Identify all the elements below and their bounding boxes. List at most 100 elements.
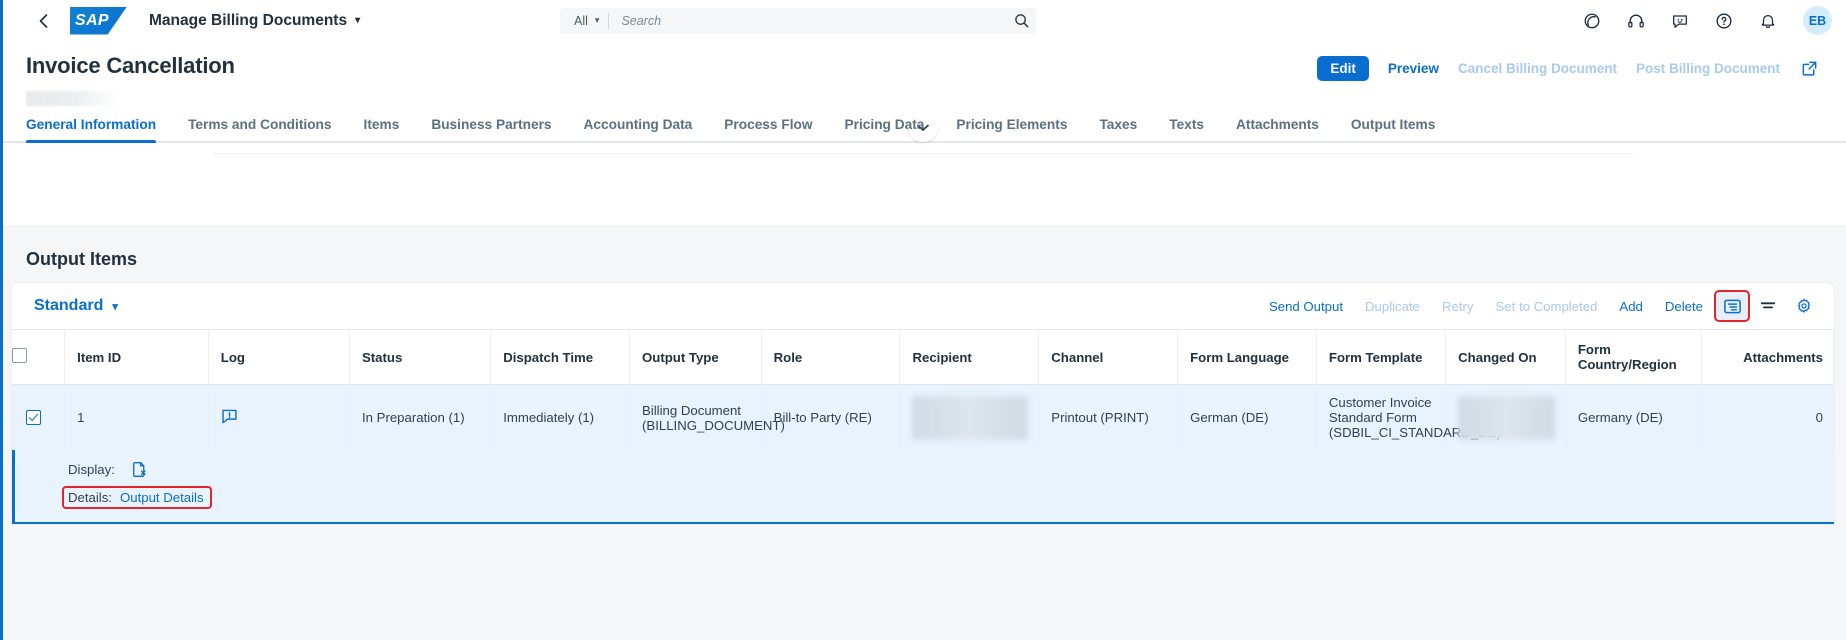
details-label: Details:	[68, 490, 112, 505]
sap-logo[interactable]: SAP	[70, 6, 127, 35]
cell-form-country-region: Germany (DE)	[1565, 384, 1703, 450]
set-to-completed-button[interactable]: Set to Completed	[1485, 294, 1609, 319]
sort-icon[interactable]	[1752, 292, 1784, 320]
cell-dispatch-time: Immediately (1)	[490, 384, 631, 450]
add-button[interactable]: Add	[1608, 294, 1653, 319]
redacted-subtitle	[26, 91, 118, 106]
tab-label: Texts	[1169, 117, 1204, 132]
preview-button[interactable]: Preview	[1388, 61, 1439, 76]
tab-pricing-data[interactable]: Pricing Data	[829, 117, 941, 141]
retry-button[interactable]: Retry	[1431, 294, 1485, 319]
column-header-form-language[interactable]: Form Language	[1177, 329, 1317, 385]
cell-form-language: German (DE)	[1177, 384, 1317, 450]
column-header-form-country-region[interactable]: Form Country/Region	[1565, 329, 1703, 385]
column-header-channel[interactable]: Channel	[1038, 329, 1179, 385]
tab-process-flow[interactable]: Process Flow	[708, 117, 828, 141]
cancel-billing-document-button[interactable]: Cancel Billing Document	[1458, 61, 1617, 76]
divider	[213, 153, 1633, 154]
tab-accounting-data[interactable]: Accounting Data	[568, 117, 709, 141]
cell-item-id: 1	[64, 384, 209, 450]
tab-terms-and-conditions[interactable]: Terms and Conditions	[172, 117, 347, 141]
search-scope-select[interactable]: All ▾	[560, 14, 608, 28]
avatar[interactable]: EB	[1803, 6, 1832, 35]
search-icon[interactable]	[1006, 8, 1036, 34]
tab-label: Attachments	[1236, 117, 1319, 132]
column-header-dispatch-time[interactable]: Dispatch Time	[490, 329, 631, 385]
cell-output-type: Billing Document (BILLING_DOCUMENT)	[629, 384, 785, 450]
column-header-output-type[interactable]: Output Type	[629, 329, 762, 385]
headset-icon[interactable]	[1622, 7, 1650, 35]
column-header-recipient[interactable]: Recipient	[899, 329, 1040, 385]
chevron-down-icon: ▾	[112, 300, 118, 313]
column-header-log[interactable]: Log	[208, 329, 350, 385]
cell-channel: Printout (PRINT)	[1038, 384, 1179, 450]
column-header-attachments[interactable]: Attachments	[1701, 329, 1834, 385]
duplicate-button[interactable]: Duplicate	[1354, 294, 1431, 319]
output-details-link[interactable]: Output Details	[120, 490, 204, 505]
display-form-icon[interactable]	[131, 461, 148, 478]
list-view-icon[interactable]	[1714, 290, 1750, 322]
cell-changed-on	[1445, 384, 1566, 450]
cell-role: Bill-to Party (RE)	[761, 384, 901, 450]
redacted-recipient	[912, 395, 1029, 440]
column-header-role[interactable]: Role	[761, 329, 901, 385]
column-header-status[interactable]: Status	[349, 329, 492, 385]
share-icon[interactable]	[1799, 58, 1820, 79]
column-header-item-id[interactable]: Item ID	[64, 329, 209, 385]
search-input[interactable]	[609, 13, 1006, 28]
help-icon[interactable]	[1710, 7, 1738, 35]
cell-attachments: 0	[1701, 384, 1834, 450]
object-header-actions: Edit Preview Cancel Billing Document Pos…	[1317, 53, 1820, 81]
column-header-form-template[interactable]: Form Template	[1316, 329, 1447, 385]
row-checkbox[interactable]	[25, 410, 41, 425]
display-row: Display:	[12, 456, 1834, 483]
search-scope-label: All	[574, 13, 588, 28]
tab-business-partners[interactable]: Business Partners	[415, 117, 567, 141]
row-select-cell[interactable]	[12, 384, 66, 450]
tab-general-information[interactable]: General Information	[26, 117, 172, 143]
select-all-checkbox[interactable]	[12, 348, 27, 363]
edit-button[interactable]: Edit	[1317, 56, 1369, 81]
tab-pricing-elements[interactable]: Pricing Elements	[940, 117, 1083, 141]
select-all-header[interactable]	[12, 329, 66, 385]
previous-section-partial	[0, 143, 1846, 227]
notifications-icon[interactable]	[1754, 7, 1782, 35]
post-billing-document-button[interactable]: Post Billing Document	[1636, 61, 1780, 76]
feedback-icon[interactable]	[1666, 7, 1694, 35]
back-icon[interactable]	[30, 8, 56, 34]
gear-icon[interactable]	[1788, 292, 1820, 320]
tab-items[interactable]: Items	[348, 117, 416, 141]
table-toolbar: Standard ▾ Send Output Duplicate Retry S…	[12, 283, 1834, 329]
output-items-table: Item ID Log Status Dispatch Time Output …	[12, 329, 1834, 450]
shell-icon-group: EB	[1578, 6, 1832, 35]
object-page-header: Invoice Cancellation Edit Preview Cancel…	[0, 41, 1846, 143]
redacted-changed-on	[1458, 395, 1555, 440]
tab-output-items[interactable]: Output Items	[1335, 117, 1451, 141]
app-title-label: Manage Billing Documents	[149, 11, 348, 29]
cell-log[interactable]	[208, 384, 350, 450]
delete-button[interactable]: Delete	[1654, 294, 1714, 319]
app-title[interactable]: Manage Billing Documents ▾	[149, 12, 360, 30]
tab-label: Taxes	[1099, 117, 1138, 132]
copilot-icon[interactable]	[1578, 7, 1606, 35]
log-message-icon[interactable]	[221, 408, 238, 425]
table-row[interactable]: 1 In Preparation (1) Immediately (1) Bil…	[12, 384, 1834, 450]
section-title-output-items: Output Items	[26, 249, 137, 269]
cell-status: In Preparation (1)	[349, 384, 492, 450]
details-row: Details: Output Details	[12, 483, 1834, 512]
variant-selector[interactable]: Standard ▾	[34, 297, 118, 315]
shell-bar: SAP Manage Billing Documents ▾ All ▾ Sea…	[0, 0, 1846, 41]
page-body: Output Items Standard ▾ Send Output Dupl…	[0, 143, 1846, 524]
tab-label: Output Items	[1350, 117, 1436, 132]
search-bar[interactable]: All ▾	[560, 7, 1036, 34]
tab-label: Items	[363, 117, 400, 132]
tab-taxes[interactable]: Taxes	[1083, 117, 1153, 141]
variant-label: Standard	[34, 297, 104, 314]
tab-texts[interactable]: Texts	[1153, 117, 1220, 141]
tab-label: Pricing Data	[844, 117, 925, 132]
send-output-button[interactable]: Send Output	[1258, 294, 1354, 319]
tab-attachments[interactable]: Attachments	[1220, 117, 1335, 141]
avatar-initials: EB	[1808, 13, 1827, 28]
chevron-down-icon: ▾	[594, 15, 600, 25]
column-header-changed-on[interactable]: Changed On	[1445, 329, 1566, 385]
